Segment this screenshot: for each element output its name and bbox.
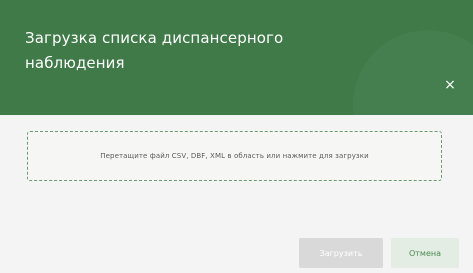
- dialog-footer: Загрузить Отмена: [0, 215, 473, 273]
- dialog-header: Загрузка списка диспансерного наблюдения…: [0, 0, 473, 115]
- file-dropzone[interactable]: Перетащите файл CSV, DBF, XML в область …: [27, 131, 442, 181]
- header-decoration: [353, 30, 473, 115]
- cancel-button[interactable]: Отмена: [391, 238, 459, 268]
- upload-button[interactable]: Загрузить: [299, 238, 383, 268]
- dropzone-hint: Перетащите файл CSV, DBF, XML в область …: [100, 152, 369, 160]
- dialog-body: Перетащите файл CSV, DBF, XML в область …: [0, 115, 473, 215]
- close-icon[interactable]: ×: [441, 76, 459, 94]
- dialog-title: Загрузка списка диспансерного наблюдения: [25, 29, 284, 72]
- upload-dialog: Загрузка списка диспансерного наблюдения…: [0, 0, 473, 273]
